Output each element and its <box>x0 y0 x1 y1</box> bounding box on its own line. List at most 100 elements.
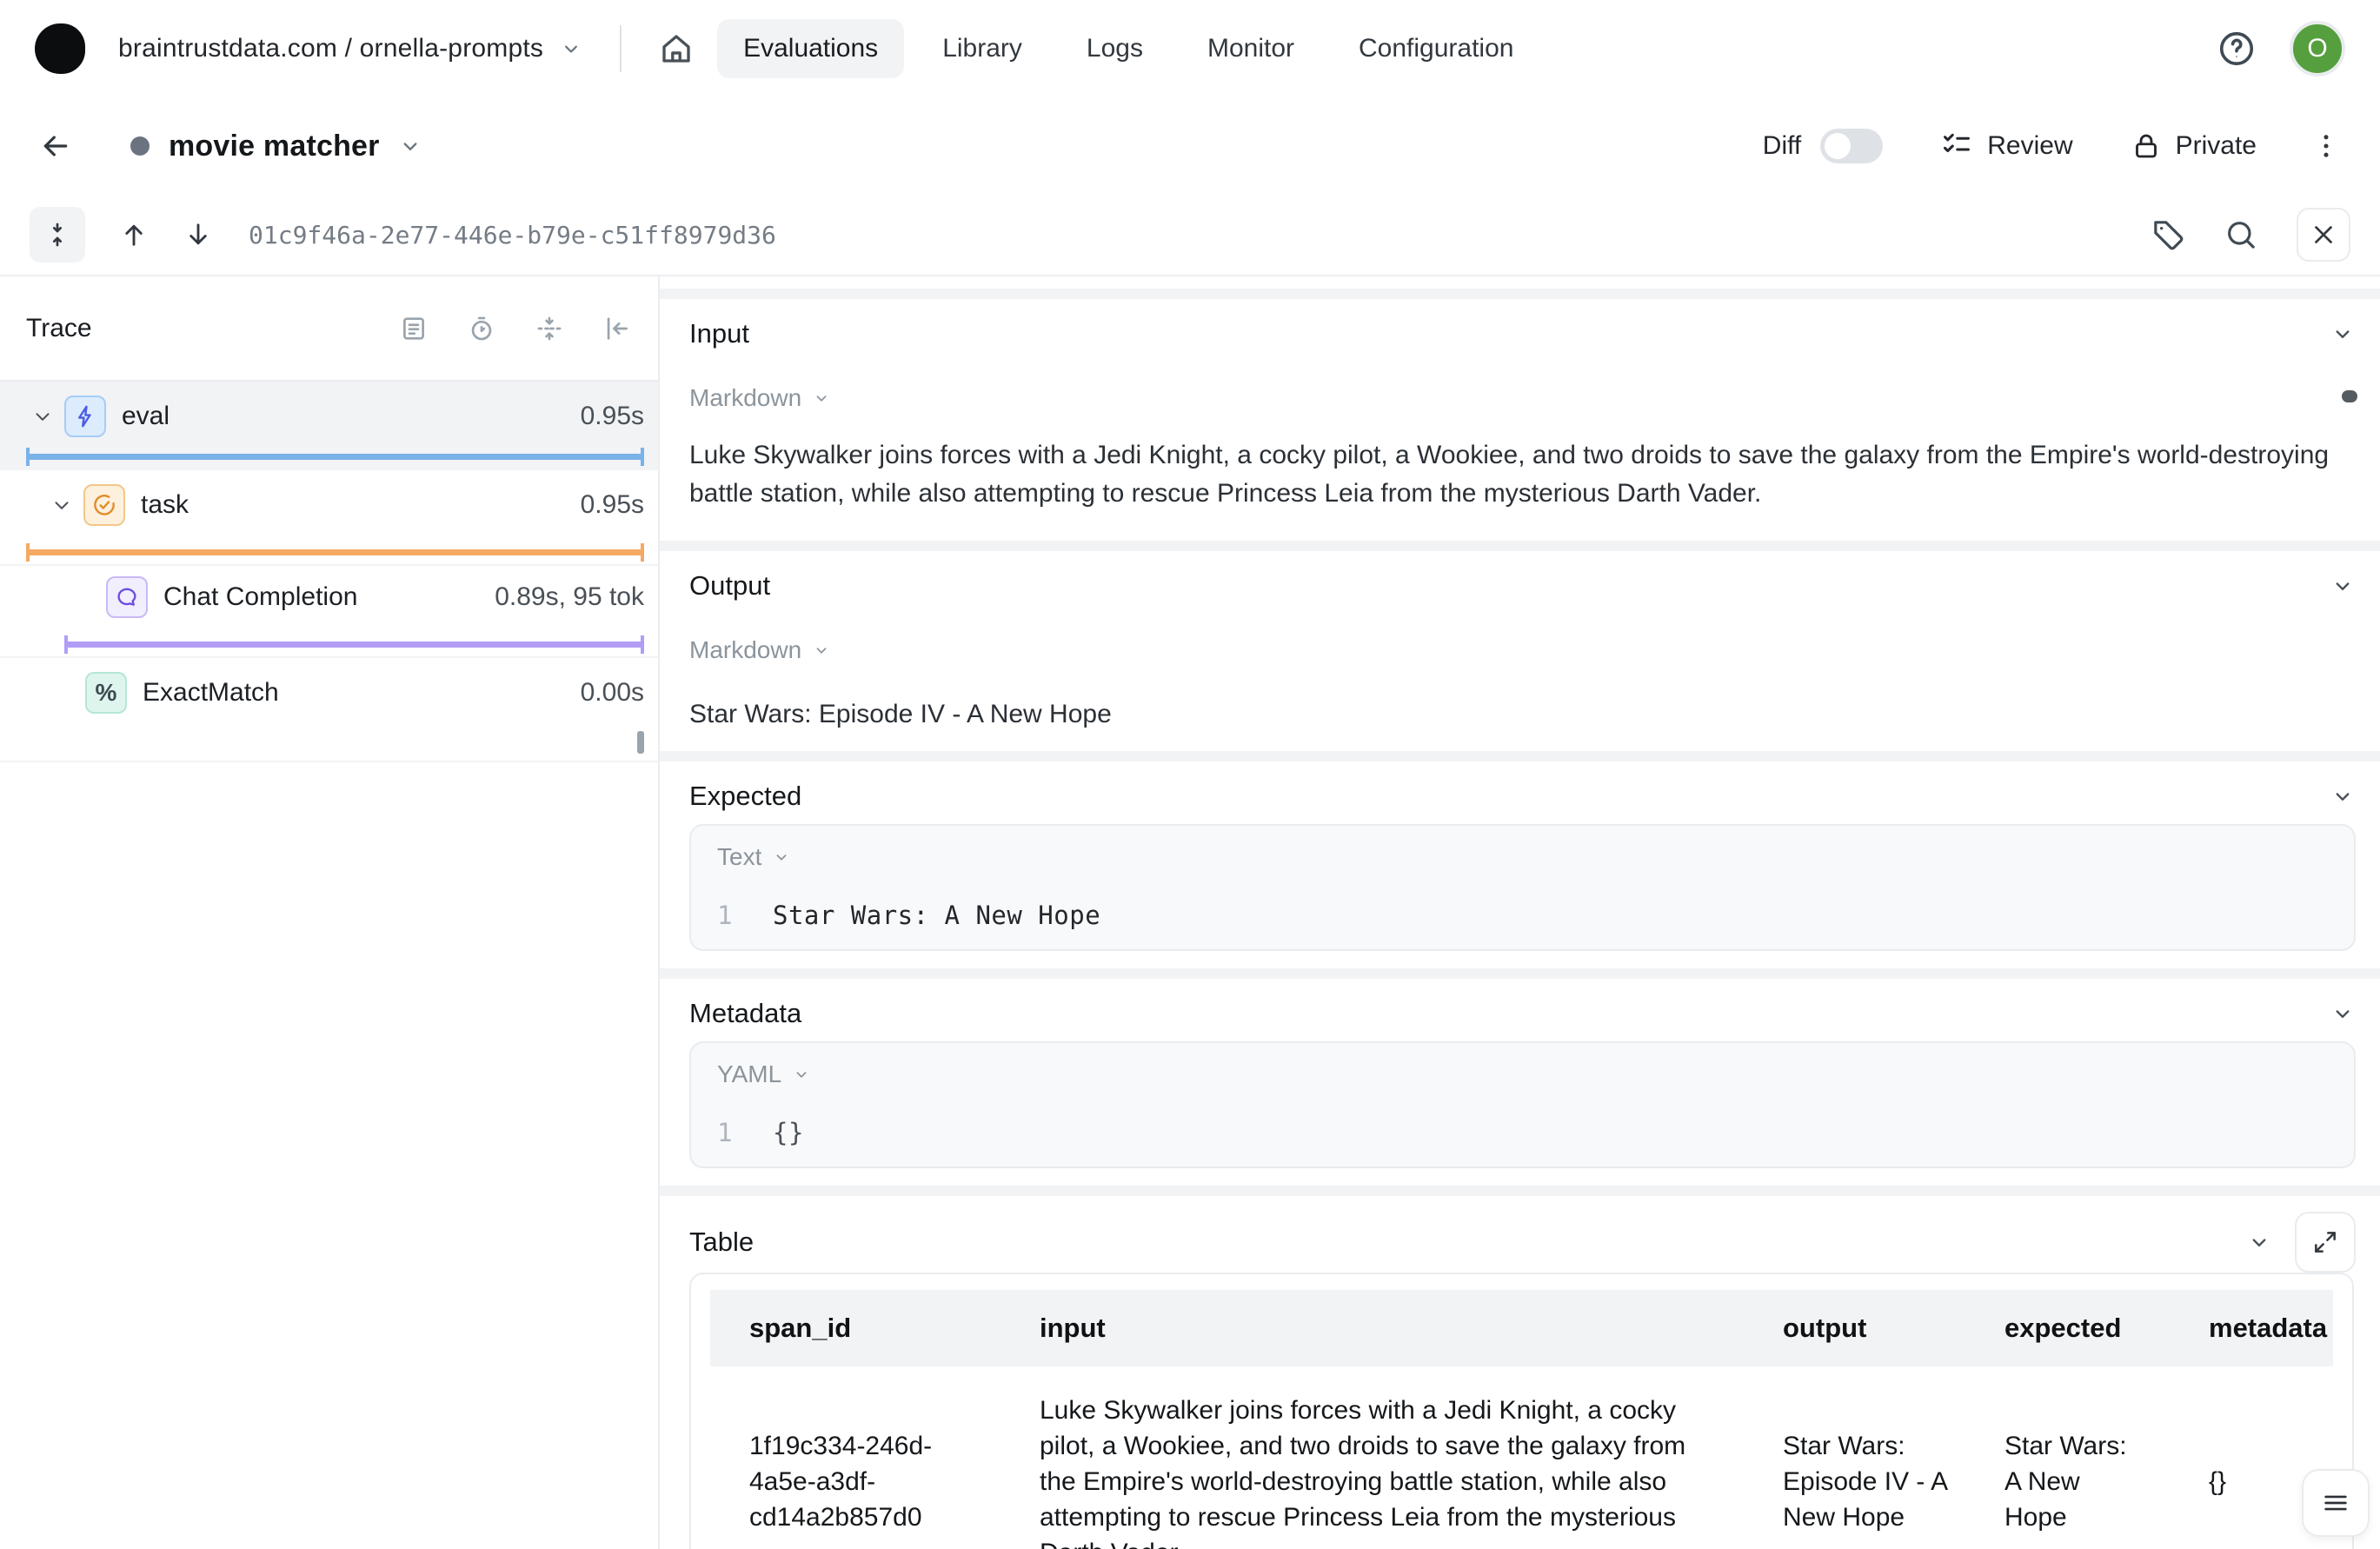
page-header: movie matcher Diff Review Private <box>0 97 2380 195</box>
tab-library[interactable]: Library <box>916 19 1048 78</box>
dataset-table: span_id input output expected metadata 1… <box>689 1273 2354 1549</box>
chevron-down-icon[interactable] <box>2330 783 2356 809</box>
trace-row-task[interactable]: task 0.95s <box>0 470 658 566</box>
trace-tree-panel: Trace eval 0.95s task 0.95s Chat Complet… <box>0 276 660 1549</box>
back-arrow-icon[interactable] <box>38 129 73 163</box>
trace-row-exactmatch[interactable]: % ExactMatch 0.00s <box>0 658 658 762</box>
input-text: Luke Skywalker joins forces with a Jedi … <box>689 441 2330 508</box>
cell-output: Star Wars: Episode IV - A New Hope <box>1783 1432 1947 1532</box>
table-row[interactable]: 1f19c334-246d-4a5e-a3df-cd14a2b857d0 Luk… <box>710 1366 2333 1549</box>
column-header[interactable]: input <box>1019 1290 1762 1366</box>
chevron-down-icon[interactable] <box>2246 1229 2272 1255</box>
chevron-down-icon[interactable] <box>397 133 423 159</box>
expected-section: Expected Text 1 Star Wars: A New Hope <box>660 761 2380 968</box>
column-header[interactable]: expected <box>1984 1290 2188 1366</box>
output-text: Star Wars: Episode IV - A New Hope <box>689 700 1112 728</box>
braintrust-logo <box>35 23 85 74</box>
span-details-icon[interactable] <box>399 314 429 343</box>
lock-icon <box>2131 130 2162 162</box>
section-divider <box>660 541 2380 551</box>
tag-icon[interactable] <box>2151 217 2185 252</box>
cell-input: Luke Skywalker joins forces with a Jedi … <box>1040 1396 1686 1549</box>
trace-row-chat-completion[interactable]: Chat Completion 0.89s, 95 tok <box>0 566 658 658</box>
span-name: Chat Completion <box>163 582 358 611</box>
divider <box>620 25 622 72</box>
top-nav: braintrustdata.com / ornella-prompts Eva… <box>0 0 2380 97</box>
chevron-down-icon[interactable] <box>559 37 583 61</box>
column-header[interactable]: output <box>1762 1290 1984 1366</box>
check-circle-icon <box>83 484 125 526</box>
tab-configuration[interactable]: Configuration <box>1333 19 1539 78</box>
tab-logs[interactable]: Logs <box>1060 19 1169 78</box>
section-title: Table <box>689 1227 755 1257</box>
section-divider <box>660 968 2380 979</box>
collapse-panel-button[interactable] <box>30 207 85 263</box>
tab-monitor[interactable]: Monitor <box>1181 19 1320 78</box>
timer-icon[interactable] <box>467 314 496 343</box>
timeline-bar-eval <box>26 448 644 466</box>
collapse-left-icon[interactable] <box>602 314 632 343</box>
close-trace-button[interactable] <box>2297 208 2350 262</box>
expected-editor[interactable]: Text 1 Star Wars: A New Hope <box>689 824 2356 951</box>
diff-toggle[interactable] <box>1820 129 1884 163</box>
chevron-down-icon[interactable] <box>50 494 73 516</box>
timeline-bar-task <box>26 543 644 562</box>
format-select[interactable]: Text <box>717 843 2328 871</box>
page-title[interactable]: movie matcher <box>169 130 380 163</box>
chevron-down-icon[interactable] <box>2330 573 2356 599</box>
chat-bubble-icon <box>106 576 148 618</box>
format-label: YAML <box>717 1060 782 1087</box>
next-row-arrow-down-icon[interactable] <box>183 219 214 250</box>
chevron-down-icon[interactable] <box>31 405 54 428</box>
chevron-down-icon[interactable] <box>2330 1001 2356 1027</box>
review-label: Review <box>1987 131 2073 160</box>
chevron-down-icon[interactable] <box>2330 321 2356 347</box>
percent-icon: % <box>85 672 127 714</box>
breadcrumb[interactable]: braintrustdata.com / ornella-prompts <box>118 34 543 63</box>
home-icon[interactable] <box>658 30 695 67</box>
table-section: Table span_id input output expected meta… <box>660 1196 2380 1549</box>
expand-table-button[interactable] <box>2295 1212 2356 1273</box>
section-title: Metadata <box>689 998 802 1028</box>
trace-row-eval[interactable]: eval 0.95s <box>0 382 658 470</box>
prev-row-arrow-up-icon[interactable] <box>118 219 150 250</box>
kebab-menu-icon[interactable] <box>2310 130 2342 162</box>
review-button[interactable]: Review <box>1940 130 2073 163</box>
input-section: Input Markdown Luke Skywalker joins forc… <box>660 299 2380 541</box>
column-header[interactable]: span_id <box>710 1290 1019 1366</box>
avatar[interactable]: O <box>2290 21 2345 76</box>
span-detail-panel: Input Markdown Luke Skywalker joins forc… <box>660 276 2380 1549</box>
tab-evaluations[interactable]: Evaluations <box>717 19 905 78</box>
span-duration: 0.89s, 95 tok <box>495 582 644 611</box>
format-select[interactable]: Markdown <box>689 636 2356 664</box>
expected-code: Star Wars: A New Hope <box>773 901 1101 930</box>
private-label: Private <box>2175 131 2257 160</box>
metadata-editor[interactable]: YAML 1 {} <box>689 1041 2356 1168</box>
search-icon[interactable] <box>2224 217 2258 252</box>
diff-label: Diff <box>1762 131 1802 160</box>
trace-span-id: 01c9f46a-2e77-446e-b79e-c51ff8979d36 <box>249 220 776 249</box>
output-section: Output Markdown Star Wars: Episode IV - … <box>660 551 2380 751</box>
format-select[interactable]: Markdown <box>689 384 2356 412</box>
collapse-vertical-icon[interactable] <box>535 314 564 343</box>
metadata-section: Metadata YAML 1 {} <box>660 979 2380 1186</box>
format-label: Markdown <box>689 636 802 663</box>
checklist-icon <box>1940 130 1973 163</box>
line-number: 1 <box>717 1118 733 1147</box>
format-select[interactable]: YAML <box>717 1060 2328 1088</box>
private-button[interactable]: Private <box>2131 130 2257 162</box>
section-title: Output <box>689 570 771 601</box>
row-menu-button[interactable] <box>2302 1469 2370 1537</box>
experiment-status-dot <box>130 136 150 156</box>
section-divider <box>660 289 2380 299</box>
trace-toolbar: 01c9f46a-2e77-446e-b79e-c51ff8979d36 <box>0 195 2380 276</box>
table-header-row: span_id input output expected metadata <box>710 1290 2333 1366</box>
scrollbar-thumb[interactable] <box>2342 390 2357 402</box>
nav-tabs: Evaluations Library Logs Monitor Configu… <box>717 19 1539 78</box>
trace-panel-title: Trace <box>26 313 92 342</box>
section-divider <box>660 1186 2380 1196</box>
help-icon[interactable] <box>2217 29 2257 69</box>
column-header[interactable]: metadata <box>2188 1290 2333 1366</box>
section-title: Input <box>689 318 749 349</box>
format-label: Text <box>717 843 762 870</box>
